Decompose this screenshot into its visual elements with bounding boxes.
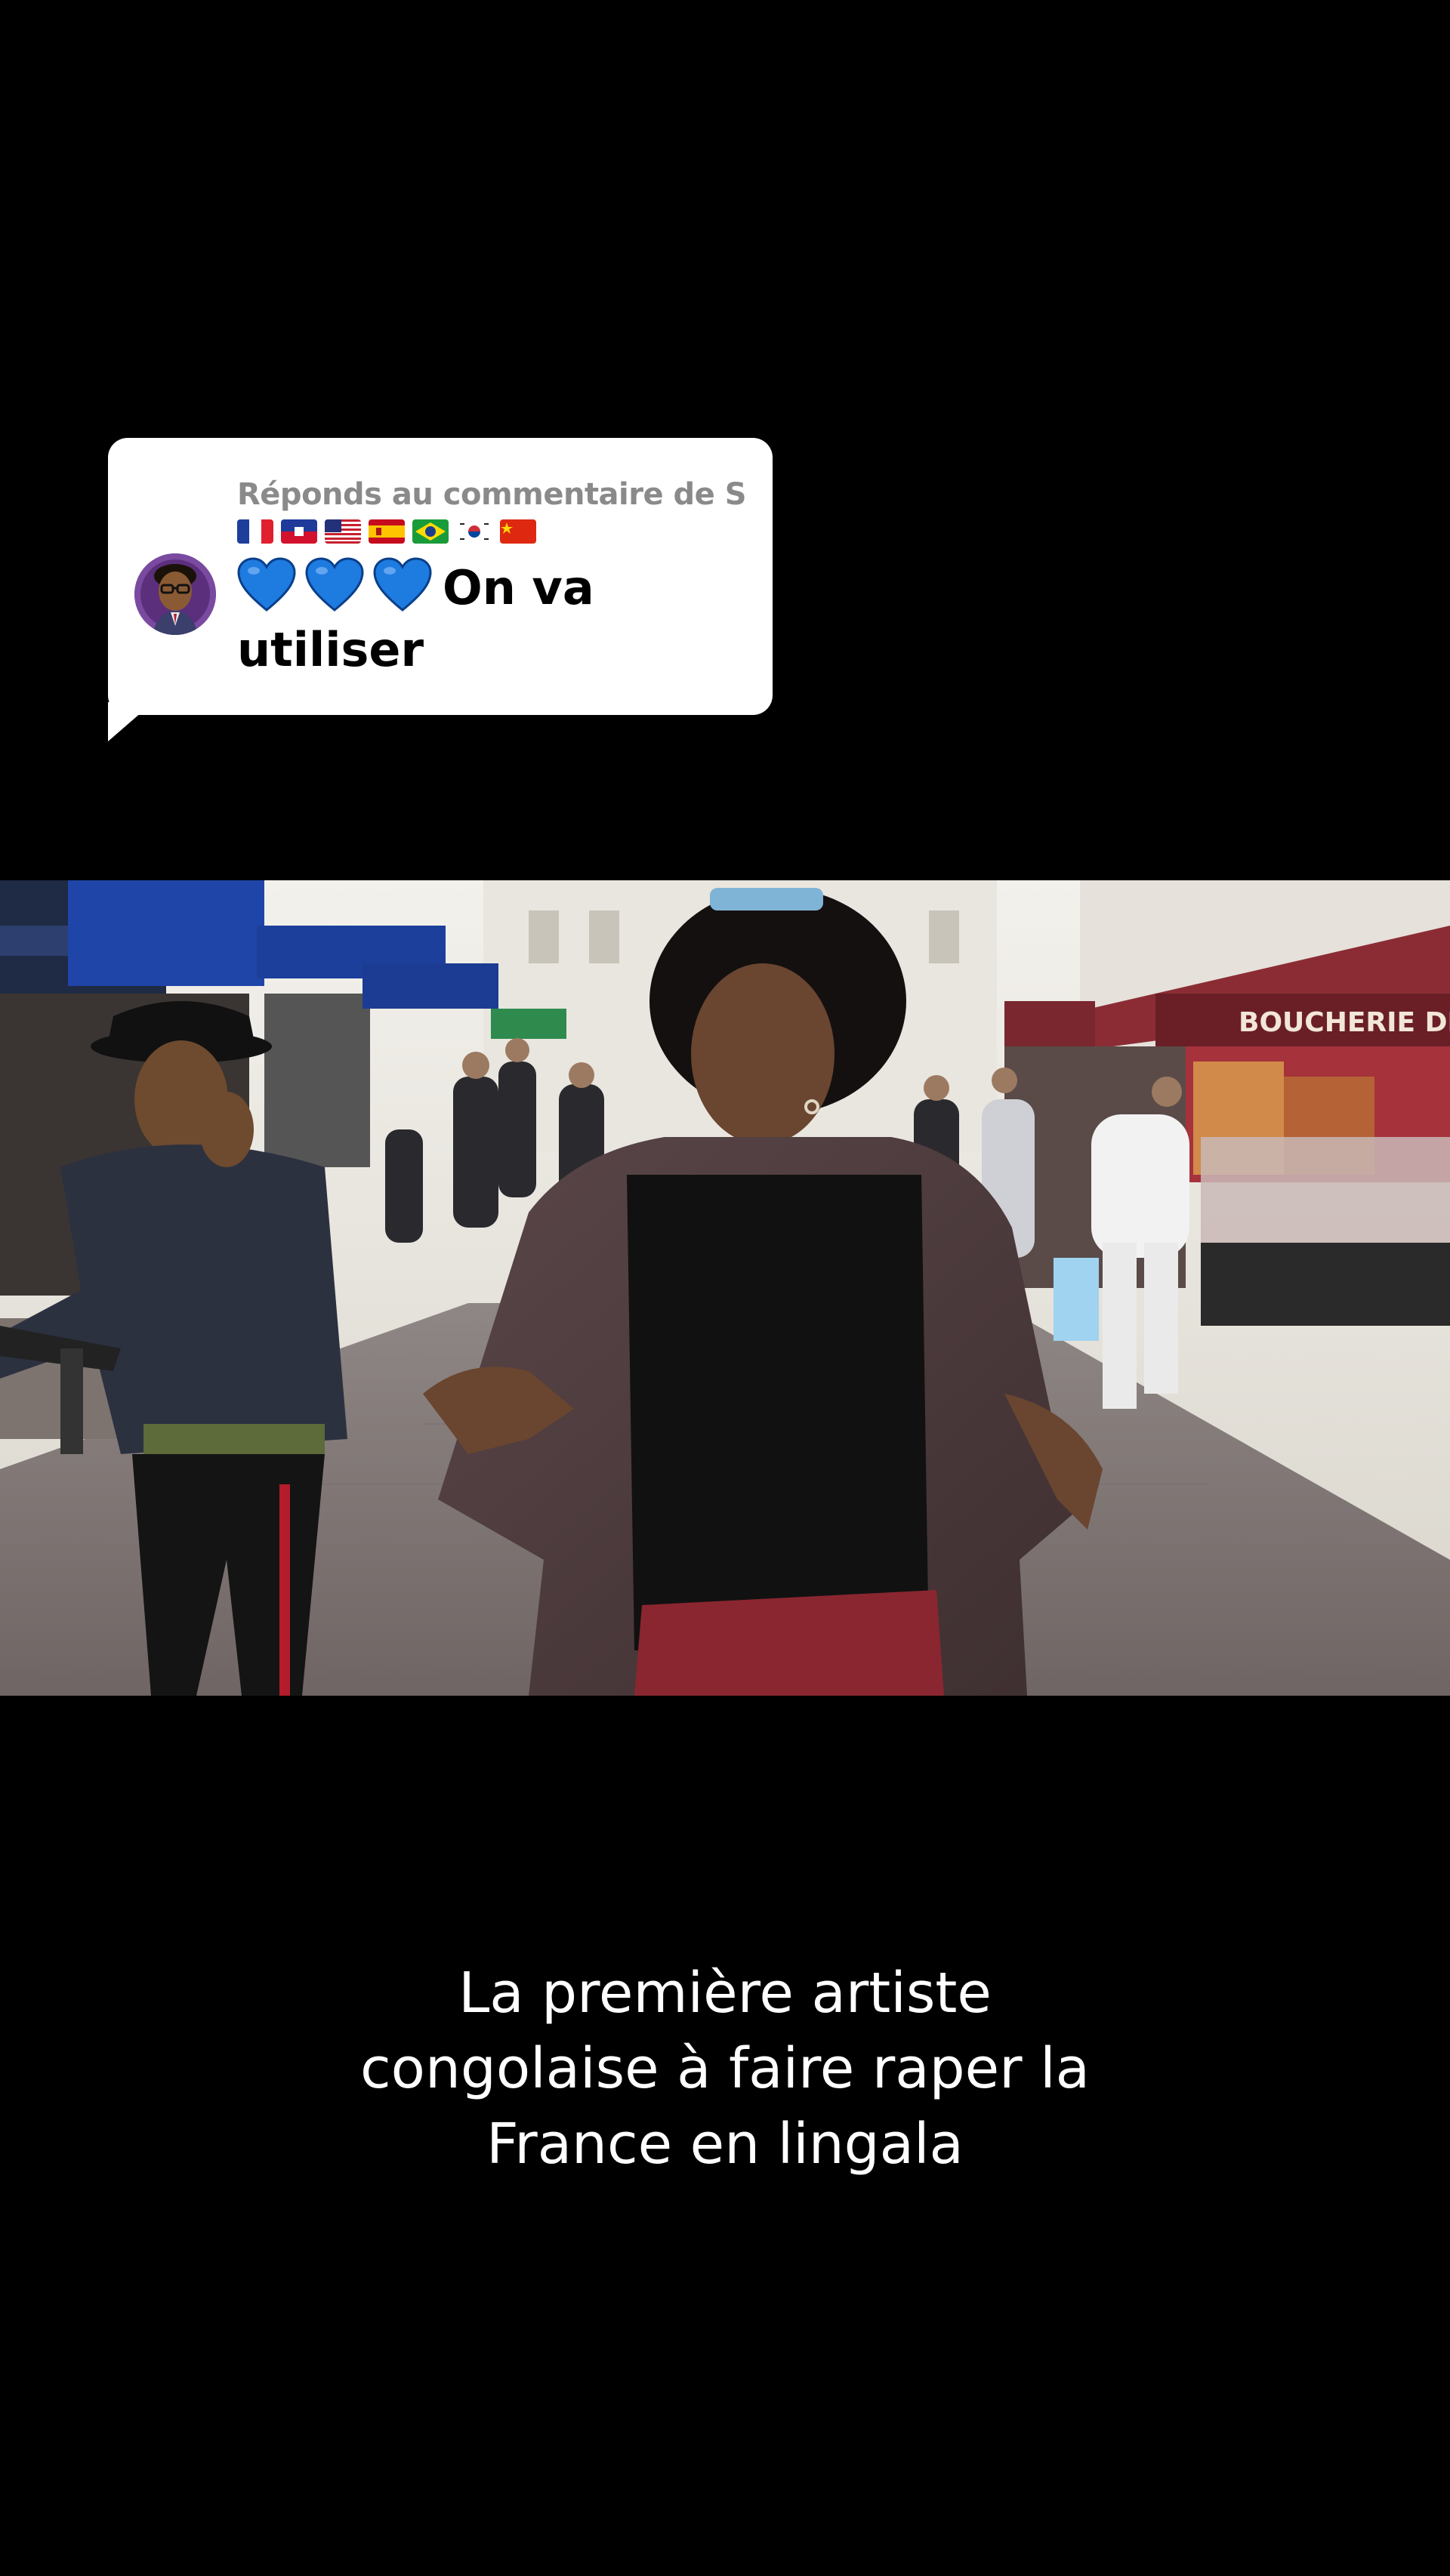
flag-south-korea-icon <box>456 519 492 544</box>
blue-heart-icon <box>373 557 432 612</box>
blue-heart-icon <box>305 557 364 612</box>
video-caption: La première artiste congolaise à faire r… <box>0 1955 1450 2182</box>
flag-france-icon <box>237 519 273 544</box>
storefront-sign: BOUCHERIE DEJEAN <box>1239 1007 1450 1038</box>
caption-line-2: congolaise à faire raper la <box>360 2036 1090 2101</box>
flag-haiti-icon <box>281 519 317 544</box>
reply-header: Réponds au commentaire de S <box>237 477 747 512</box>
video-post-screen: { "reply": { "header": "Réponds au comme… <box>0 0 1450 2576</box>
caption-line-1: La première artiste <box>458 1961 992 2026</box>
video-frame[interactable]: BOUCHERIE DEJEAN <box>0 880 1450 1696</box>
flag-china-icon <box>500 519 536 544</box>
street-scene-image: BOUCHERIE DEJEAN <box>0 880 1450 1696</box>
flag-usa-icon <box>325 519 361 544</box>
hearts-row <box>237 557 432 612</box>
reply-comment-text-block: On va utiliser <box>237 557 751 681</box>
flag-emoji-row <box>237 519 536 544</box>
flag-brazil-icon <box>412 519 449 544</box>
caption-line-3: France en lingala <box>486 2112 964 2177</box>
reply-card-tail <box>108 702 153 741</box>
flag-spain-icon <box>369 519 405 544</box>
commenter-avatar[interactable] <box>134 553 216 635</box>
blue-heart-icon <box>237 557 296 612</box>
